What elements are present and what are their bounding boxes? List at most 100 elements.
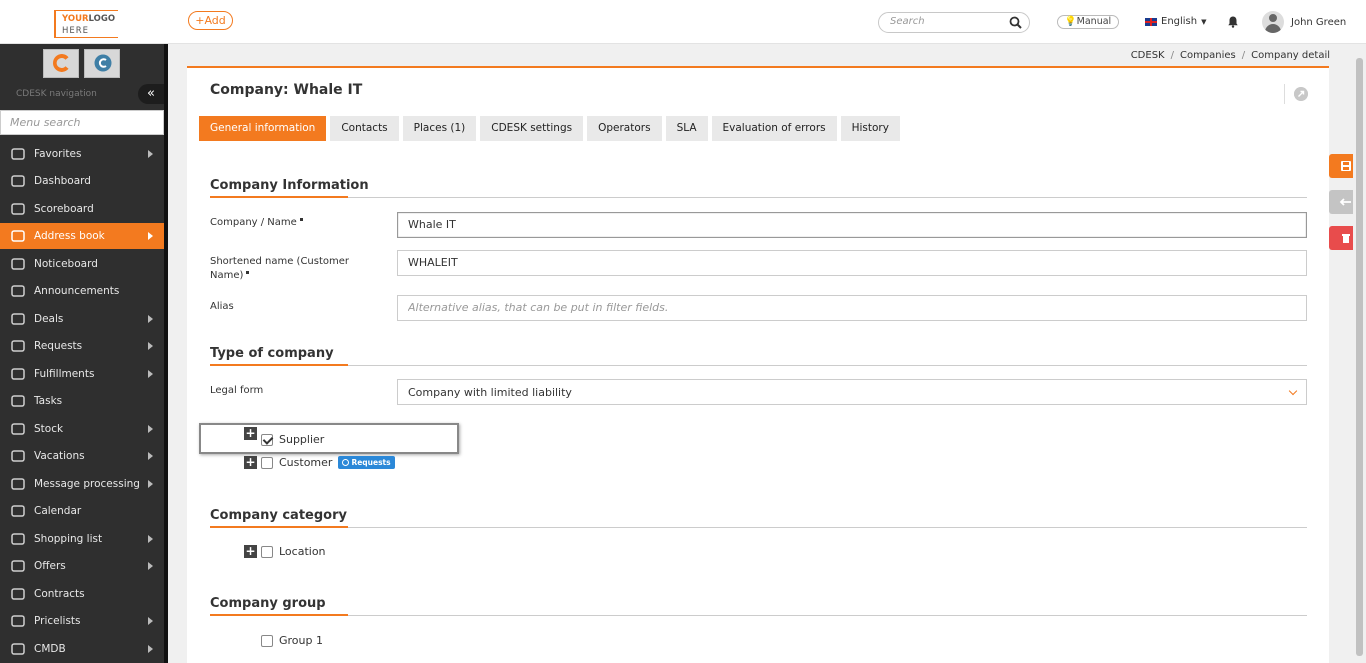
group-1-checkbox[interactable] [261, 634, 273, 647]
user-icon [11, 230, 25, 242]
tree-row-customer: + Customer Requests [244, 456, 395, 469]
section-heading-company-category: Company category [210, 508, 347, 523]
envelope-icon [11, 478, 25, 490]
sidebar-item-dashboard[interactable]: Dashboard [0, 168, 164, 194]
sidebar-item-announcements[interactable]: Announcements [0, 278, 164, 304]
menu-search [0, 110, 164, 135]
sidebar-item-requests[interactable]: Requests [0, 333, 164, 359]
sidebar-item-tasks[interactable]: Tasks [0, 388, 164, 414]
link-icon[interactable] [1294, 87, 1308, 101]
sidebar-item-label: Shopping list [34, 533, 103, 545]
sidebar-item-label: Calendar [34, 505, 82, 517]
sidebar-item-deals[interactable]: Deals [0, 306, 164, 332]
company-name-input[interactable] [408, 218, 1288, 231]
tab-sla[interactable]: SLA [665, 116, 708, 141]
tab-places[interactable]: Places (1) [402, 116, 477, 141]
section-divider [210, 614, 1307, 616]
sidebar-item-message-processing[interactable]: Message processing [0, 471, 164, 497]
tab-operators[interactable]: Operators [587, 116, 662, 141]
shortened-name-field [397, 250, 1307, 276]
breadcrumb-item[interactable]: Companies [1180, 50, 1236, 61]
sidebar-item-stock[interactable]: Stock [0, 416, 164, 442]
tab-contacts[interactable]: Contacts [330, 116, 399, 141]
sidebar-item-vacations[interactable]: Vacations [0, 443, 164, 469]
add-button[interactable]: +Add [188, 11, 233, 30]
breadcrumb-item[interactable]: CDESK [1131, 50, 1165, 61]
sidebar-item-noticeboard[interactable]: Noticeboard [0, 251, 164, 277]
sidebar-item-favorites[interactable]: Favorites [0, 141, 164, 167]
manual-button[interactable]: 💡Manual [1057, 15, 1119, 29]
chevron-right-icon [148, 315, 153, 323]
shortened-name-input[interactable] [408, 256, 1288, 269]
sidebar-item-cmdb[interactable]: CMDB [0, 636, 164, 662]
document-icon [11, 588, 25, 600]
cdesk-blue-app-button[interactable] [84, 49, 120, 78]
alias-label: Alias [210, 301, 234, 312]
tab-cdesk-settings[interactable]: CDESK settings [480, 116, 584, 141]
tab-bar: General information Contacts Places (1) … [199, 116, 900, 141]
user-menu[interactable]: John Green [1262, 11, 1346, 33]
supplier-label: Supplier [279, 433, 325, 446]
lightbulb-icon: 💡 [1064, 16, 1077, 27]
sidebar-item-pricelists[interactable]: Pricelists [0, 608, 164, 634]
collapse-sidebar-button[interactable]: « [138, 84, 164, 104]
requests-badge: Requests [338, 456, 395, 469]
sidebar-item-label: Fulfillments [34, 368, 95, 380]
legal-form-value: Company with limited liability [408, 386, 572, 399]
search-icon[interactable] [1009, 16, 1022, 29]
sidebar-item-label: Announcements [34, 285, 120, 297]
caret-down-icon: ▼ [1201, 17, 1207, 26]
chevron-right-icon [148, 617, 153, 625]
sidebar-item-label: Offers [34, 560, 66, 572]
top-bar: YOURLOGO HERE +Add 💡Manual English ▼ Joh… [0, 0, 1366, 44]
sidebar-item-fulfillments[interactable]: Fulfillments [0, 361, 164, 387]
sidebar-item-label: Tasks [34, 395, 63, 407]
sidebar-item-label: Contracts [34, 588, 85, 600]
scrollbar-thumb[interactable] [1356, 58, 1363, 656]
expand-plus-icon[interactable]: + [244, 427, 257, 440]
cdesk-blue-icon [94, 54, 112, 72]
sidebar-item-shopping-list[interactable]: Shopping list [0, 526, 164, 552]
expand-plus-icon[interactable]: + [244, 456, 257, 469]
customer-checkbox[interactable] [261, 456, 273, 469]
tab-general-information[interactable]: General information [199, 116, 327, 141]
chevron-right-icon [148, 480, 153, 488]
required-marker [246, 270, 250, 274]
sidebar-item-label: Noticeboard [34, 258, 98, 270]
cdesk-orange-app-button[interactable] [43, 49, 79, 78]
paper-plane-icon [11, 258, 25, 270]
global-search-input[interactable] [890, 16, 1005, 27]
section-divider [210, 364, 1307, 366]
supplier-checkbox[interactable] [261, 433, 273, 446]
expand-plus-icon[interactable]: + [244, 545, 257, 558]
tab-history[interactable]: History [840, 116, 900, 141]
cube-icon [11, 368, 25, 380]
uk-flag-icon [1145, 17, 1157, 26]
cdesk-orange-icon [53, 54, 69, 72]
group-1-label: Group 1 [279, 634, 323, 647]
scrollbar[interactable] [1353, 44, 1366, 663]
menu-search-input[interactable] [10, 116, 160, 129]
sidebar-item-contracts[interactable]: Contracts [0, 581, 164, 607]
legal-form-select[interactable]: Company with limited liability [397, 379, 1307, 405]
sidebar-item-offers[interactable]: Offers [0, 553, 164, 579]
notification-bell-icon[interactable] [1228, 16, 1238, 28]
sidebar-item-scoreboard[interactable]: Scoreboard [0, 196, 164, 222]
sidebar-item-label: Dashboard [34, 175, 91, 187]
tab-evaluation-of-errors[interactable]: Evaluation of errors [711, 116, 837, 141]
language-selector[interactable]: English ▼ [1145, 16, 1207, 27]
section-divider [210, 526, 1307, 528]
alias-input[interactable] [408, 301, 1288, 314]
location-label: Location [279, 545, 326, 558]
tree-row-location: + Location [244, 545, 326, 558]
sidebar-item-calendar[interactable]: Calendar [0, 498, 164, 524]
company-name-label: Company / Name [210, 216, 360, 230]
gift-icon [11, 560, 25, 572]
location-checkbox[interactable] [261, 545, 273, 558]
megaphone-icon [11, 285, 25, 297]
sidebar-item-address-book[interactable]: Address book [0, 223, 164, 249]
company-name-field [397, 212, 1307, 238]
company-logo[interactable]: YOURLOGO HERE [54, 10, 118, 38]
calendar-icon [11, 505, 25, 517]
sidebar-item-label: Pricelists [34, 615, 81, 627]
